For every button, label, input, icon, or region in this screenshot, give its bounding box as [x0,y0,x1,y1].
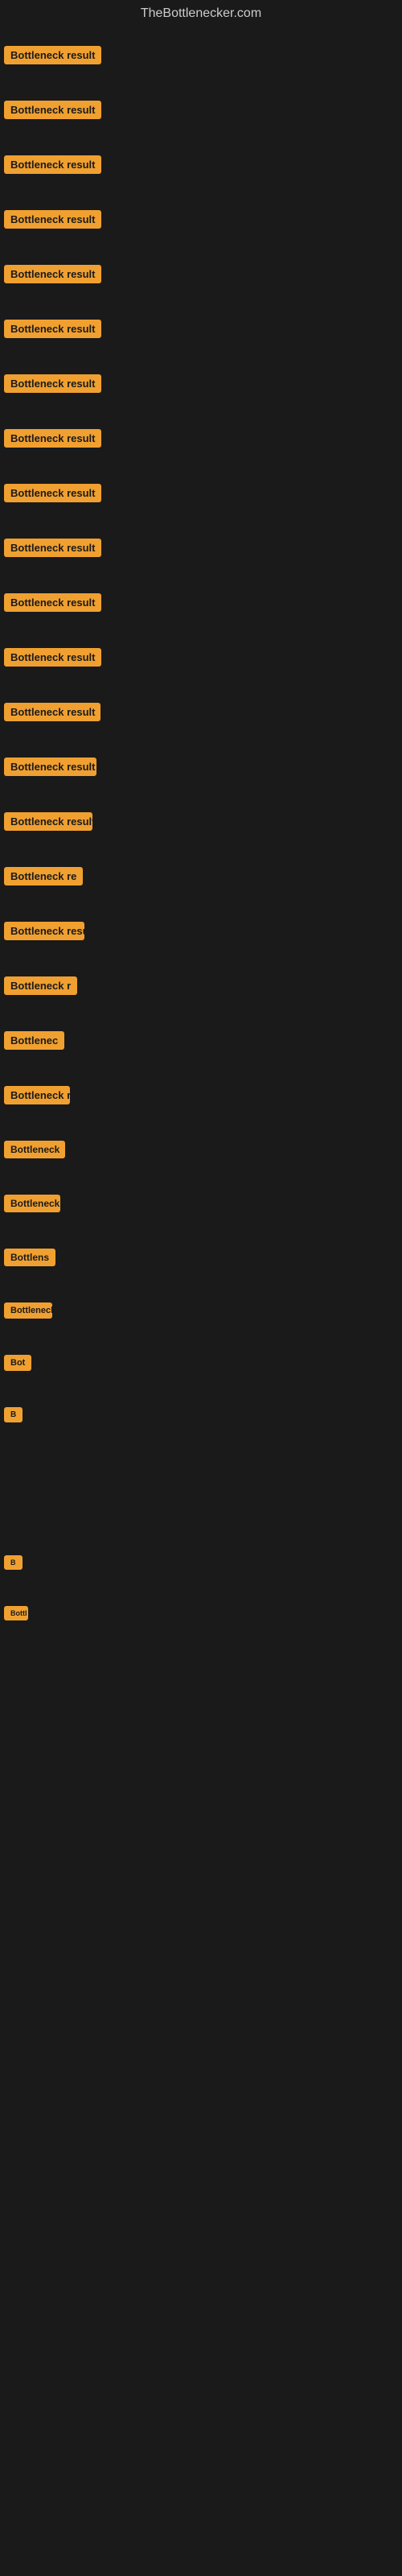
bottleneck-badge[interactable]: Bottleneck re [4,867,83,886]
bottleneck-item [4,1737,398,1753]
bottleneck-item [4,2099,398,2116]
bottleneck-item [4,1858,398,1874]
bottleneck-item: Bottleneck result [4,476,398,514]
bottleneck-badge[interactable]: Bottleneck result [4,46,101,64]
bottleneck-badge[interactable]: Bottl [4,1606,28,1620]
bottleneck-item: Bottleneck result [4,257,398,295]
bottleneck-badge[interactable]: Bottleneck result [4,210,101,229]
site-title: TheBottlenecker.com [0,0,402,27]
bottleneck-badge[interactable]: Bottlenec [4,1031,64,1050]
bottleneck-item: Bottleneck [4,1133,398,1170]
bottleneck-badge[interactable]: B [4,1555,23,1570]
bottleneck-badge[interactable]: Bottleneck result [4,539,101,557]
bottleneck-item: Bottleneck result [4,804,398,843]
bottleneck-badge[interactable]: Bottleneck [4,1302,52,1319]
bottleneck-badge[interactable]: Bottleneck result [4,703,100,721]
bottleneck-badge[interactable]: Bottleneck result [4,155,101,174]
bottleneck-item: Bottleneck r [4,1078,398,1117]
bottleneck-badge[interactable]: Bottleneck result [4,265,101,283]
bottleneck-item: Bot [4,1347,398,1383]
bottleneck-item: Bottleneck re [4,859,398,898]
bottleneck-badge[interactable]: Bottleneck result [4,593,101,612]
bottleneck-badge[interactable]: Bottleneck r [4,976,77,995]
bottleneck-item: Bottleneck res [4,1187,398,1224]
bottleneck-badge[interactable]: Bottleneck result [4,648,101,667]
page-wrapper: TheBottlenecker.com Bottleneck resultBot… [0,0,402,2120]
bottleneck-badge[interactable]: Bottleneck result [4,101,101,119]
items-container: Bottleneck result Bottleneck result Bottle… [0,27,402,2120]
bottleneck-badge[interactable]: Bottleneck res [4,1195,60,1212]
bottleneck-badge[interactable]: Bottleneck r [4,1086,70,1104]
bottleneck-item: Bottleneck r [4,968,398,1007]
bottleneck-badge[interactable]: Bottleneck result [4,922,84,940]
bottleneck-item: Bottleneck [4,1294,398,1331]
bottleneck-badge[interactable]: Bottleneck [4,1141,65,1158]
bottleneck-badge[interactable]: Bottleneck result [4,484,101,502]
bottleneck-item: Bottl [4,1598,398,1633]
bottleneck-badge[interactable]: Bottleneck result [4,374,101,393]
bottleneck-item: Bottleneck result [4,366,398,405]
bottleneck-item: Bottlens [4,1241,398,1278]
bottleneck-item: B [4,1547,398,1582]
bottleneck-item: Bottleneck result [4,147,398,186]
bottleneck-item [4,1979,398,1995]
bottleneck-item: Bottlenec [4,1023,398,1062]
bottleneck-item: Bottleneck result [4,749,398,788]
bottleneck-badge[interactable]: Bottleneck result [4,812,92,831]
bottleneck-item: Bottleneck result [4,312,398,350]
bottleneck-item: Bottleneck result [4,530,398,569]
bottleneck-item: B [4,1399,398,1435]
bottleneck-item [4,1499,398,1515]
bottleneck-badge[interactable]: Bottleneck result [4,320,101,338]
bottleneck-badge[interactable]: Bottlens [4,1249,55,1266]
bottleneck-badge[interactable]: Bot [4,1355,31,1371]
bottleneck-item: Bottleneck result [4,421,398,460]
bottleneck-badge[interactable]: B [4,1407,23,1422]
bottleneck-item: Bottleneck result [4,38,398,76]
bottleneck-item: Bottleneck result [4,585,398,624]
bottleneck-item: Bottleneck result [4,914,398,952]
bottleneck-item: Bottleneck result [4,695,398,733]
bottleneck-item: Bottleneck result [4,640,398,679]
bottleneck-item: Bottleneck result [4,93,398,131]
bottleneck-badge[interactable]: Bottleneck result [4,758,96,776]
bottleneck-item: Bottleneck result [4,202,398,241]
bottleneck-badge[interactable]: Bottleneck result [4,429,101,448]
